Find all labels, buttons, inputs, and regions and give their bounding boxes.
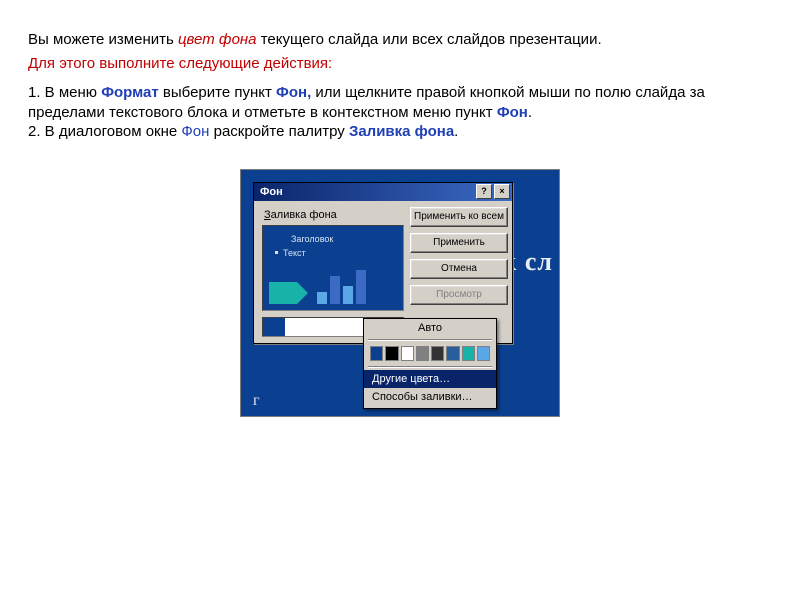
separator <box>368 366 492 368</box>
color-palette-popup: Авто Другие цвета… Способы заливки… <box>363 318 497 409</box>
apply-to-all-button[interactable]: Применить ко всем <box>410 207 508 227</box>
section-fill-label: Заливка фона <box>264 209 404 221</box>
text: раскройте палитру <box>209 123 349 140</box>
intro-line-1: Вы можете изменить цвет фона текущего сл… <box>28 30 772 50</box>
label-rest: аливка фона <box>271 209 337 221</box>
context-item-background: Фон <box>497 104 528 121</box>
text: 2. В диалоговом окне <box>28 123 181 140</box>
color-swatch[interactable] <box>370 346 383 361</box>
instruction-text: Вы можете изменить цвет фона текущего сл… <box>0 0 800 142</box>
color-swatch[interactable] <box>477 346 490 361</box>
preview-bullet-icon <box>275 251 278 254</box>
preview-arrow-shape <box>269 282 297 304</box>
help-button[interactable]: ? <box>476 184 492 199</box>
intro-line-2: Для этого выполните следующие действия: <box>28 54 772 74</box>
text: Вы можете изменить <box>28 31 178 48</box>
preview-button[interactable]: Просмотр <box>410 285 508 305</box>
fill-effects-option[interactable]: Способы заливки… <box>364 388 496 406</box>
text: текущего слайда или всех слайдов презент… <box>257 31 602 48</box>
preview-subtext: Текст <box>283 248 306 258</box>
steps: 1. В меню Формат выберите пункт Фон, или… <box>28 83 772 142</box>
bar <box>330 276 340 304</box>
slide-preview: Заголовок Текст <box>262 225 404 311</box>
bar <box>343 286 353 304</box>
bar <box>356 270 366 304</box>
step-1: 1. В меню Формат выберите пункт Фон, или… <box>28 83 772 122</box>
color-swatch[interactable] <box>462 346 475 361</box>
screenshot: к сл а г Фон ? × Заливка фона Заголовок … <box>241 170 559 416</box>
separator <box>368 339 492 341</box>
accel-char: З <box>264 209 271 221</box>
text: . <box>454 123 458 140</box>
text: . <box>528 104 532 121</box>
palette-name: Заливка фона <box>349 123 454 140</box>
text: 1. В меню <box>28 84 101 101</box>
preview-title: Заголовок <box>291 234 333 244</box>
bar <box>317 292 327 304</box>
preview-bar-chart <box>317 270 366 304</box>
menu-format: Формат <box>101 84 159 101</box>
auto-color-option[interactable]: Авто <box>364 319 496 337</box>
color-swatch[interactable] <box>401 346 414 361</box>
menu-item-background: Фон, <box>276 84 311 101</box>
dialog-title: Фон <box>260 186 283 198</box>
bg-caption: г <box>253 392 260 410</box>
color-swatch[interactable] <box>446 346 459 361</box>
emphasis-color-background: цвет фона <box>178 31 257 48</box>
color-swatch[interactable] <box>385 346 398 361</box>
apply-button[interactable]: Применить <box>410 233 508 253</box>
dialog-name: Фон <box>181 123 209 140</box>
color-swatch[interactable] <box>416 346 429 361</box>
step-2: 2. В диалоговом окне Фон раскройте палит… <box>28 122 772 142</box>
color-swatch[interactable] <box>431 346 444 361</box>
current-color-swatch <box>263 318 286 336</box>
dialog-titlebar[interactable]: Фон ? × <box>254 183 512 201</box>
cancel-button[interactable]: Отмена <box>410 259 508 279</box>
more-colors-option[interactable]: Другие цвета… <box>364 370 496 388</box>
color-swatch-row <box>364 343 496 364</box>
close-button[interactable]: × <box>494 184 510 199</box>
text: выберите пункт <box>159 84 276 101</box>
